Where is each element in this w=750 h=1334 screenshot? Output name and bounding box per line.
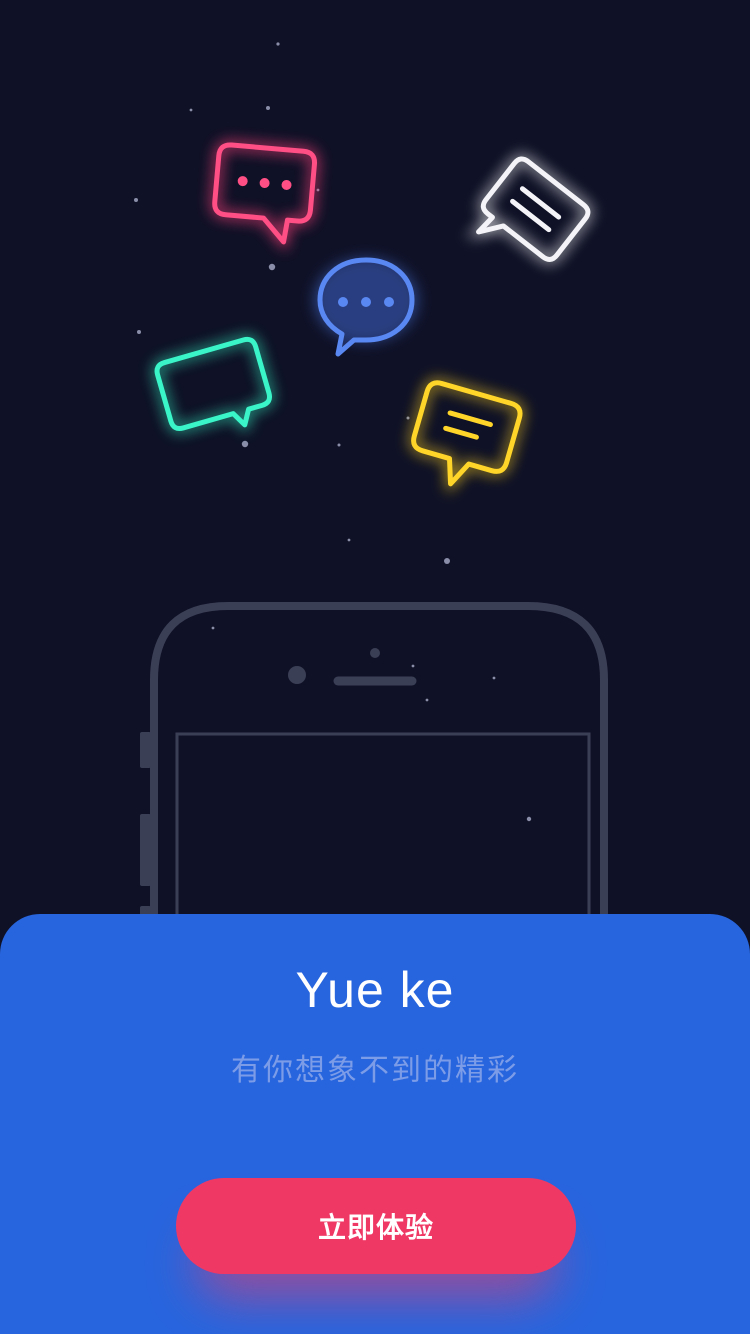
hero-illustration [134, 42, 608, 1000]
pink-chat-bubble-icon [210, 140, 319, 252]
tagline: 有你想象不到的精彩 [231, 1053, 519, 1088]
app-title: Yue ke [295, 962, 455, 1018]
white-chat-bubble-icon [466, 155, 592, 264]
yellow-chat-bubble-icon [409, 378, 525, 494]
try-now-button[interactable]: 立即体验 [176, 1178, 576, 1274]
blue-chat-bubble-icon [314, 257, 418, 357]
welcome-screen: Yue ke 有你想象不到的精彩 立即体验 [0, 0, 750, 1334]
stars-decoration [134, 42, 532, 822]
green-chat-bubble-icon [153, 335, 274, 433]
